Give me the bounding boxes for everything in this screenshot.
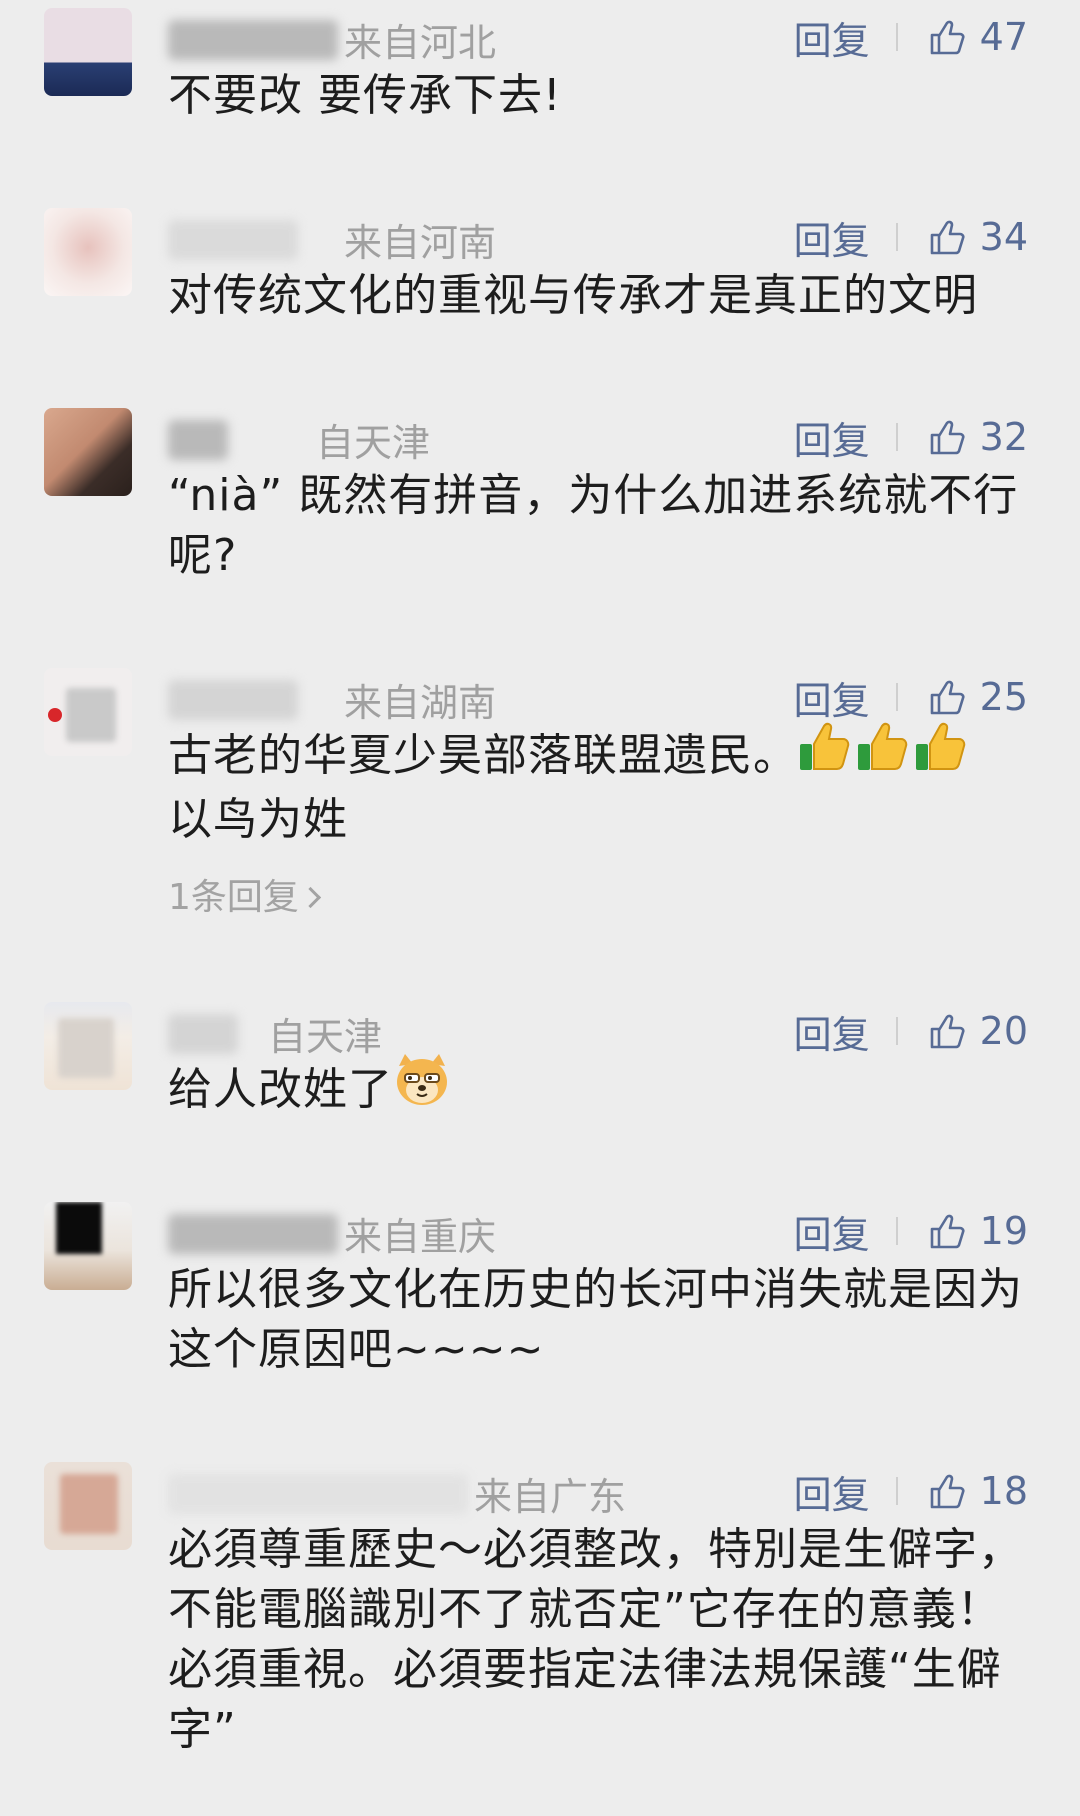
reply-button[interactable]: 回复 [794, 1204, 870, 1259]
divider [895, 1017, 898, 1045]
comment-text-line: 以鸟为姓 [168, 794, 348, 845]
reply-button[interactable]: 回复 [794, 210, 870, 265]
location-label: 来自湖南 [344, 681, 497, 725]
doge-icon [393, 1052, 451, 1124]
comment-text-line: 给人改姓了 [168, 1064, 393, 1115]
like-count: 47 [979, 15, 1028, 59]
avatar[interactable] [44, 208, 132, 296]
location-label: 来自广东 [474, 1475, 627, 1519]
comment-text: 对传统文化的重视与传承才是真正的文明 [168, 270, 978, 321]
comment-header: 来自河北 回复 47 [168, 8, 1028, 66]
thumbs-up-icon [930, 20, 965, 55]
username-blurred[interactable] [168, 1474, 468, 1514]
comment-actions: 回复 34 [794, 208, 1028, 266]
like-count: 25 [979, 675, 1028, 719]
location-label: 来自重庆 [344, 1215, 497, 1259]
thumbs-up-icon [930, 420, 965, 455]
thumbs-up-icon [930, 680, 965, 715]
like-button[interactable]: 47 [926, 15, 1028, 59]
comment-header: 来自河南 回复 34 [168, 208, 1028, 266]
like-button[interactable]: 20 [926, 1009, 1028, 1053]
thumbs-up-icon [930, 1474, 965, 1509]
divider [895, 1217, 898, 1245]
divider [895, 23, 898, 51]
chevron-right-icon [299, 886, 322, 909]
reply-button[interactable]: 回复 [794, 670, 870, 725]
comment-header: 来自广东 回复 18 [168, 1462, 1028, 1520]
comment-actions: 回复 47 [794, 8, 1028, 66]
thumbs-up-icon [930, 1214, 965, 1249]
comment-actions: 回复 18 [794, 1462, 1028, 1520]
location-label: 来自河南 [344, 221, 497, 265]
username-blurred[interactable] [168, 420, 228, 460]
comment-text: 古老的华夏少昊部落联盟遗民。 以鸟为姓 [168, 722, 1032, 850]
like-count: 19 [979, 1209, 1028, 1253]
location-label: 来自河北 [344, 21, 497, 65]
like-count: 20 [979, 1009, 1028, 1053]
comment-text-line: 古老的华夏少昊部落联盟遗民。 [168, 730, 798, 781]
reply-button[interactable]: 回复 [794, 10, 870, 65]
thumbs-up-icon [930, 1014, 965, 1049]
comment-header: 自天津 回复 32 [168, 408, 1028, 466]
username-blurred[interactable] [168, 680, 298, 720]
divider [895, 683, 898, 711]
avatar[interactable] [44, 8, 132, 96]
divider [895, 223, 898, 251]
like-button[interactable]: 19 [926, 1209, 1028, 1253]
view-replies-link[interactable]: 1条回复 [168, 868, 322, 920]
comment-actions: 回复 32 [794, 408, 1028, 466]
comment-list: 来自河北 回复 47 不要改 要传承下去! 来自河南 回复 34 对传统文化的重… [0, 0, 1080, 1816]
comment-header: 来自重庆 回复 19 [168, 1202, 1028, 1260]
username-blurred[interactable] [168, 1214, 338, 1254]
view-replies-label: 1条回复 [168, 877, 299, 918]
like-count: 34 [979, 215, 1028, 259]
avatar[interactable] [44, 668, 132, 756]
avatar[interactable] [44, 1202, 132, 1290]
like-count: 18 [979, 1469, 1028, 1513]
like-button[interactable]: 25 [926, 675, 1028, 719]
thumbs-up-icon [930, 220, 965, 255]
reply-button[interactable]: 回复 [794, 1464, 870, 1519]
like-button[interactable]: 34 [926, 215, 1028, 259]
reply-button[interactable]: 回复 [794, 410, 870, 465]
comment-text: 必須尊重歷史～必須整改，特別是生僻字，不能電腦識別不了就否定”它存在的意義！必須… [168, 1524, 1023, 1755]
like-count: 32 [979, 415, 1028, 459]
divider [895, 423, 898, 451]
thumbs-up-emoji-icon [798, 718, 974, 790]
like-button[interactable]: 32 [926, 415, 1028, 459]
username-blurred[interactable] [168, 1014, 238, 1054]
location-label: 自天津 [316, 421, 431, 465]
comment-header: 自天津 回复 20 [168, 1002, 1028, 1060]
avatar[interactable] [44, 408, 132, 496]
comment-actions: 回复 19 [794, 1202, 1028, 1260]
divider [895, 1477, 898, 1505]
comment-text: 给人改姓了 [168, 1054, 1032, 1124]
username-blurred[interactable] [168, 20, 338, 60]
comment-text: 所以很多文化在历史的长河中消失就是因为这个原因吧~~~~ [168, 1264, 1023, 1375]
comment-text: 不要改 要传承下去! [168, 70, 562, 121]
avatar[interactable] [44, 1462, 132, 1550]
like-button[interactable]: 18 [926, 1469, 1028, 1513]
reply-button[interactable]: 回复 [794, 1004, 870, 1059]
username-blurred[interactable] [168, 220, 298, 260]
comment-actions: 回复 20 [794, 1002, 1028, 1060]
avatar[interactable] [44, 1002, 132, 1090]
comment-text: “nià” 既然有拼音，为什么加进系统就不行呢? [168, 470, 1019, 581]
location-label: 自天津 [268, 1015, 383, 1059]
